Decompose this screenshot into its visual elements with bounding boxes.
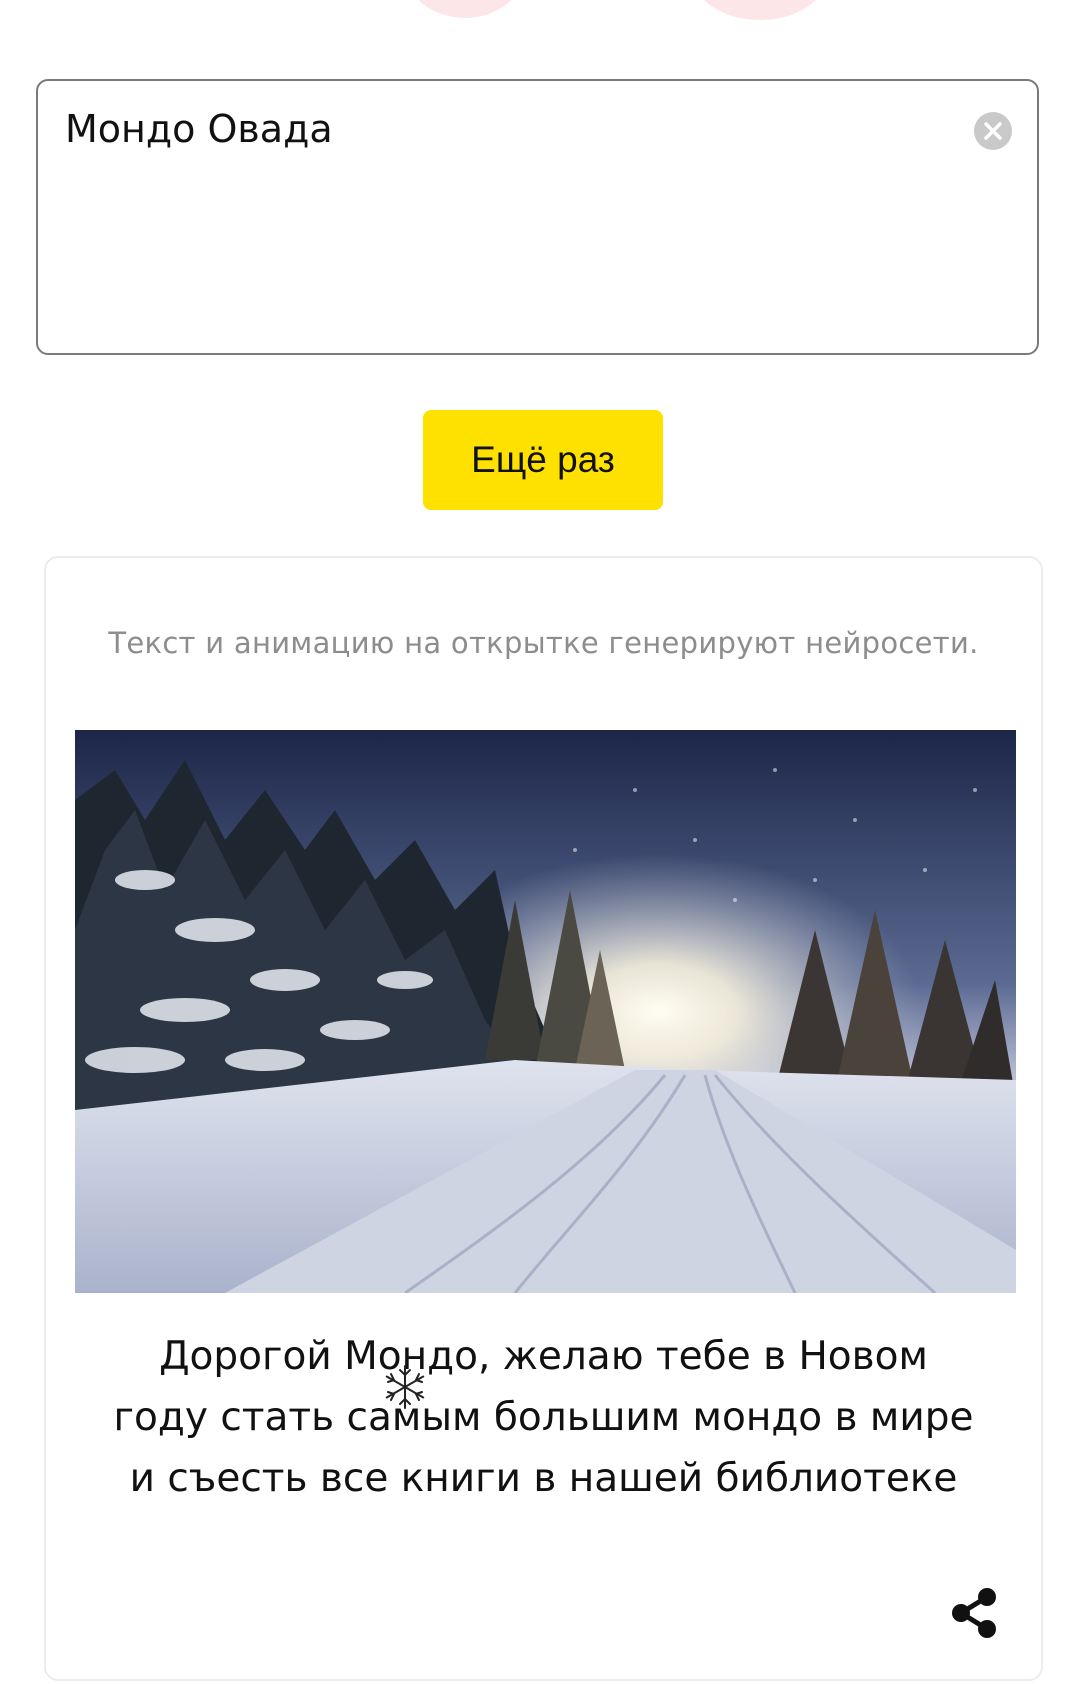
greeting-card-page: Мондо Овада Ещё раз Текст и анимацию на … [0,0,1080,1684]
greeting-text: Дорогой Мондо, желаю тебе в Новом году с… [113,1334,974,1501]
share-icon [952,1588,996,1638]
clear-input-button[interactable] [974,112,1012,150]
decorative-blob [690,0,830,20]
share-button[interactable] [947,1585,1003,1641]
decorative-blob [405,0,525,18]
close-icon [984,122,1002,140]
name-input-value[interactable]: Мондо Овада [65,107,333,151]
greeting-card: Текст и анимацию на открытке генерируют … [44,556,1043,1681]
again-button[interactable]: Ещё раз [423,410,663,510]
winter-forest-road-photo [75,730,1016,1293]
ai-disclaimer: Текст и анимацию на открытке генерируют … [108,626,979,660]
snowflake-icon [382,1364,428,1410]
name-input-field[interactable]: Мондо Овада [36,79,1039,355]
